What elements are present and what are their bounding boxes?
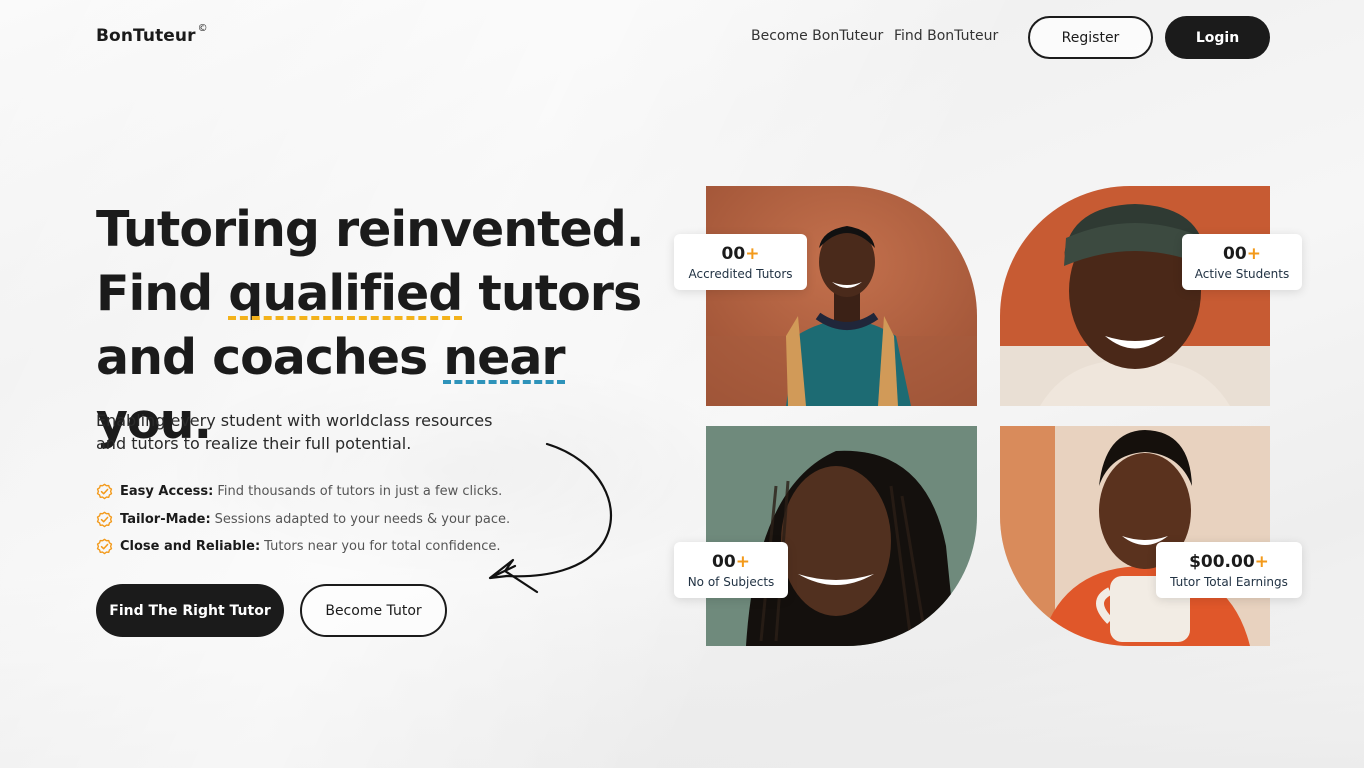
tutor-photo-3 (706, 426, 977, 646)
logo-text: BonTuteur (96, 26, 196, 46)
stat-label: Active Students (1194, 266, 1290, 281)
register-button[interactable]: Register (1028, 16, 1153, 59)
nav-link-find-bontuteur[interactable]: Find BonTuteur (894, 28, 998, 44)
highlight-qualified: qualified (228, 262, 463, 326)
feature-title: Easy Access: (120, 484, 214, 500)
feature-text: Sessions adapted to your needs & your pa… (214, 511, 511, 527)
stat-value: 00+ (1223, 243, 1261, 264)
highlight-near: near (443, 326, 566, 390)
hero-subtitle: Enabling every student with worldclass r… (96, 411, 493, 453)
stat-label: No of Subjects (687, 574, 775, 589)
stat-card-active-students: 00+ Active Students (1182, 234, 1302, 290)
feature-text: Tutors near you for total confidence. (264, 539, 501, 555)
tutor-photo-2 (1000, 186, 1270, 406)
nav-link-become-bontuteur[interactable]: Become BonTuteur (751, 28, 883, 44)
feature-title: Tailor-Made: (120, 511, 211, 527)
feature-item: Easy Access: Find thousands of tutors in… (96, 478, 510, 506)
hero-title-line2-pre: Find (96, 265, 229, 322)
check-badge-icon (96, 538, 113, 555)
stat-value: 00+ (712, 551, 750, 572)
logo-mark: © (197, 23, 208, 35)
hero-title-line2-post: tutors (462, 265, 642, 322)
curved-arrow-icon (488, 442, 613, 594)
stat-card-total-earnings: $00.00+ Tutor Total Earnings (1156, 542, 1302, 598)
logo[interactable]: BonTuteur © (96, 23, 208, 46)
tutor-photo-1 (706, 186, 977, 406)
feature-item: Close and Reliable: Tutors near you for … (96, 533, 510, 561)
become-tutor-button[interactable]: Become Tutor (300, 584, 447, 637)
stat-label: Tutor Total Earnings (1170, 574, 1288, 589)
check-badge-icon (96, 483, 113, 500)
login-button[interactable]: Login (1165, 16, 1270, 59)
stat-label: Accredited Tutors (688, 266, 793, 281)
check-badge-icon (96, 511, 113, 527)
stat-card-accredited-tutors: 00+ Accredited Tutors (674, 234, 807, 290)
stat-value: 00+ (721, 243, 760, 264)
feature-item: Tailor-Made: Sessions adapted to your ne… (96, 506, 510, 534)
stat-value: $00.00+ (1189, 551, 1269, 572)
feature-list: Easy Access: Find thousands of tutors in… (96, 478, 510, 561)
tutor-photo-4 (1000, 426, 1270, 646)
hero-title-line1: Tutoring reinvented. (96, 201, 644, 258)
feature-title: Close and Reliable: (120, 539, 261, 555)
find-right-tutor-button[interactable]: Find The Right Tutor (96, 584, 284, 637)
feature-text: Find thousands of tutors in just a few c… (217, 484, 503, 500)
hero-title-line3-pre: and coaches (96, 329, 444, 386)
stat-card-subjects: 00+ No of Subjects (674, 542, 788, 598)
